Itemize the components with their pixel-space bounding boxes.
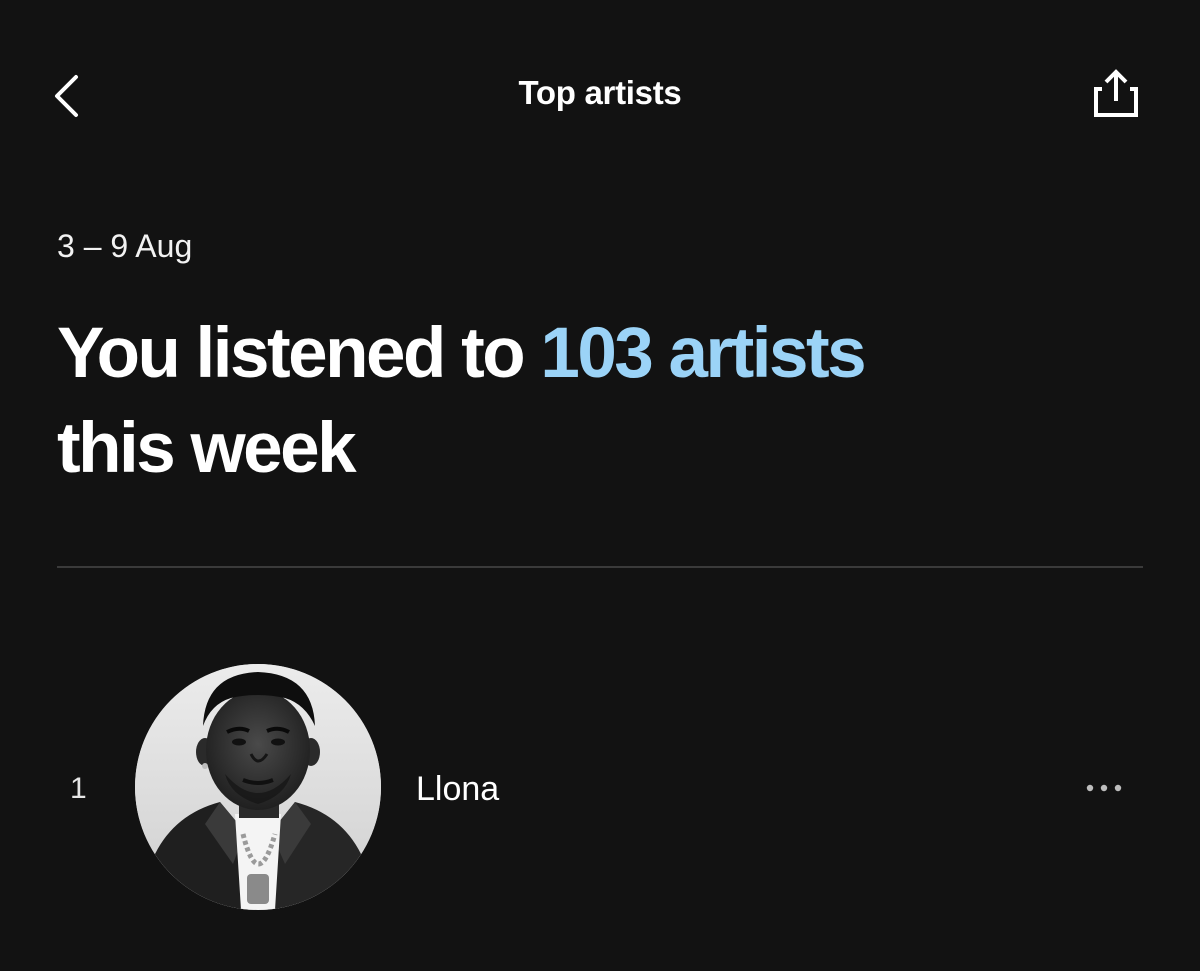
share-button[interactable] (1084, 62, 1148, 126)
headline-suffix: this week (57, 409, 357, 488)
more-horizontal-icon (1086, 784, 1122, 792)
top-bar: Top artists (0, 0, 1200, 190)
share-icon (1094, 69, 1138, 117)
divider (57, 566, 1143, 568)
more-options-button[interactable] (1078, 768, 1130, 808)
date-range: 3 – 9 Aug (57, 228, 193, 264)
page-title: Top artists (518, 74, 682, 111)
artist-name: Llona (416, 770, 500, 808)
headline-prefix: You listened to (57, 314, 541, 393)
artist-avatar (135, 664, 381, 910)
artist-row[interactable]: 1 Llona (0, 660, 1200, 915)
artist-rank: 1 (70, 772, 87, 805)
summary-headline: You listened to 103 artists this week (57, 306, 1137, 496)
artist-count: 103 artists (540, 314, 866, 393)
artist-photo (135, 664, 381, 910)
